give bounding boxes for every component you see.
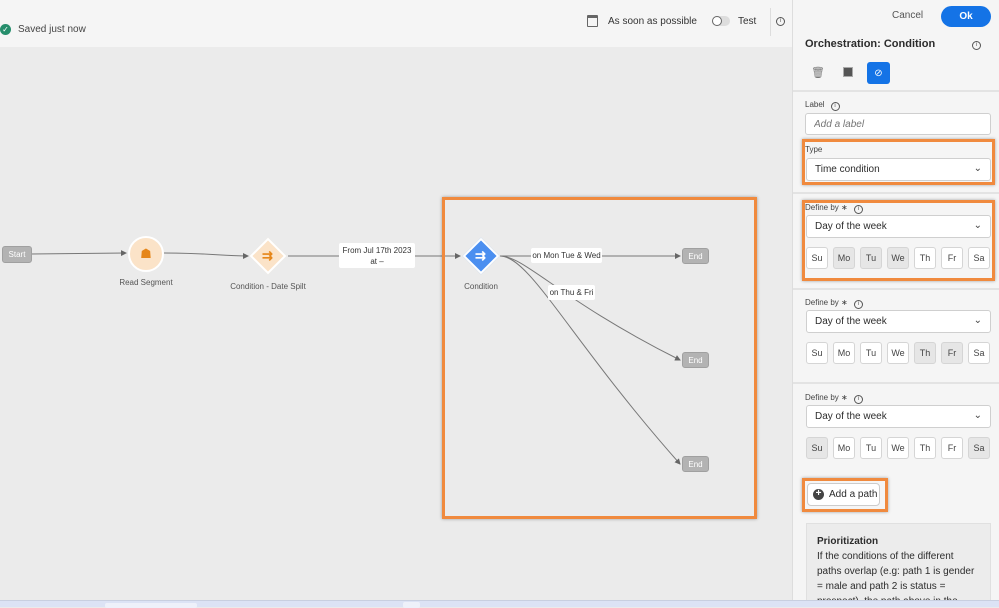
branch-icon: ⇉ (262, 248, 273, 263)
day-button-we[interactable]: We (887, 342, 909, 364)
define-by-select[interactable]: Day of the week ⌄ (806, 310, 991, 333)
edge-read-split (163, 252, 249, 259)
day-button-we[interactable]: We (887, 247, 909, 269)
day-button-fr[interactable]: Fr (941, 437, 963, 459)
info-icon[interactable]: i (830, 102, 840, 111)
define-by-label: Define by ∗ i (805, 393, 863, 404)
end-node-2[interactable]: End (682, 352, 709, 368)
chevron-down-icon: ⌄ (973, 220, 982, 231)
properties-panel: Cancel Ok Orchestration: Condition i 🗑 ⊘… (792, 0, 999, 603)
add-path-label: Add a path (829, 489, 878, 500)
edge-start-read (30, 250, 127, 257)
taskbar (0, 600, 999, 608)
day-button-su[interactable]: Su (806, 342, 828, 364)
date-edge-label[interactable]: From Jul 17th 2023 at – (339, 243, 415, 268)
day-button-mo[interactable]: Mo (833, 342, 855, 364)
define-by-select[interactable]: Day of the week ⌄ (806, 405, 991, 428)
read-segment-node[interactable]: ☗ (128, 236, 164, 272)
define-by-text: Define by ∗ (805, 203, 848, 212)
delete-icon[interactable]: 🗑 (811, 66, 825, 79)
day-button-tu[interactable]: Tu (860, 247, 882, 269)
label-label: Label (805, 100, 825, 109)
end-node-3[interactable]: End (682, 456, 709, 472)
day-picker: Su Mo Tu We Th Fr Sa (806, 437, 990, 459)
day-picker: Su Mo Tu We Th Fr Sa (806, 342, 990, 364)
duplicate-icon[interactable] (843, 67, 853, 77)
define-by-text: Define by ∗ (805, 393, 848, 402)
prioritization-title: Prioritization (817, 536, 879, 547)
add-path-button[interactable]: + Add a path (807, 483, 880, 506)
define-by-text: Define by ∗ (805, 298, 848, 307)
plus-circle-icon: + (813, 489, 824, 500)
cancel-button[interactable]: Cancel (892, 10, 923, 21)
edge-label-2[interactable]: on Thu & Fri (548, 285, 595, 300)
chevron-down-icon: ⌄ (973, 315, 982, 326)
ok-button[interactable]: Ok (941, 6, 991, 27)
info-icon[interactable]: i (853, 205, 863, 214)
day-button-su[interactable]: Su (806, 247, 828, 269)
define-by-value: Day of the week (815, 221, 887, 232)
info-icon[interactable]: i (972, 41, 981, 50)
define-by-value: Day of the week (815, 411, 887, 422)
audience-icon: ☗ (140, 246, 152, 261)
end-node-1[interactable]: End (682, 248, 709, 264)
define-by-value: Day of the week (815, 316, 887, 327)
define-by-select[interactable]: Day of the week ⌄ (806, 215, 991, 238)
day-button-fr[interactable]: Fr (941, 247, 963, 269)
day-button-tu[interactable]: Tu (860, 437, 882, 459)
type-label: Type (805, 145, 823, 154)
start-node[interactable]: Start (2, 246, 32, 263)
day-button-th[interactable]: Th (914, 437, 936, 459)
day-button-fr[interactable]: Fr (941, 342, 963, 364)
chevron-down-icon: ⌄ (973, 163, 982, 174)
branch-icon: ⇉ (475, 248, 486, 263)
day-button-sa[interactable]: Sa (968, 437, 990, 459)
type-value: Time condition (815, 164, 880, 175)
day-button-sa[interactable]: Sa (968, 247, 990, 269)
info-icon[interactable]: i (853, 395, 863, 404)
day-picker: Su Mo Tu We Th Fr Sa (806, 247, 990, 269)
info-icon[interactable]: i (853, 300, 863, 309)
hide-icon[interactable]: ⊘ (867, 62, 890, 84)
day-button-mo[interactable]: Mo (833, 247, 855, 269)
day-button-th[interactable]: Th (914, 247, 936, 269)
prioritization-text: If the conditions of the different paths… (817, 551, 975, 602)
day-button-we[interactable]: We (887, 437, 909, 459)
chevron-down-icon: ⌄ (973, 410, 982, 421)
read-segment-label: Read Segment (119, 278, 173, 287)
define-by-label: Define by ∗ i (805, 298, 863, 309)
day-button-th[interactable]: Th (914, 342, 936, 364)
day-button-tu[interactable]: Tu (860, 342, 882, 364)
day-button-mo[interactable]: Mo (833, 437, 855, 459)
prioritization-note: Prioritization If the conditions of the … (806, 523, 991, 603)
day-button-su[interactable]: Su (806, 437, 828, 459)
condition-label: Condition (464, 282, 498, 291)
type-select[interactable]: Time condition ⌄ (806, 158, 991, 181)
label-input[interactable] (805, 113, 991, 135)
day-button-sa[interactable]: Sa (968, 342, 990, 364)
edge-label-1[interactable]: on Mon Tue & Wed (531, 248, 602, 263)
date-split-label: Condition - Date Spilt (230, 282, 306, 291)
define-by-label: Define by ∗ i (805, 203, 863, 214)
panel-title: Orchestration: Condition (805, 38, 936, 50)
